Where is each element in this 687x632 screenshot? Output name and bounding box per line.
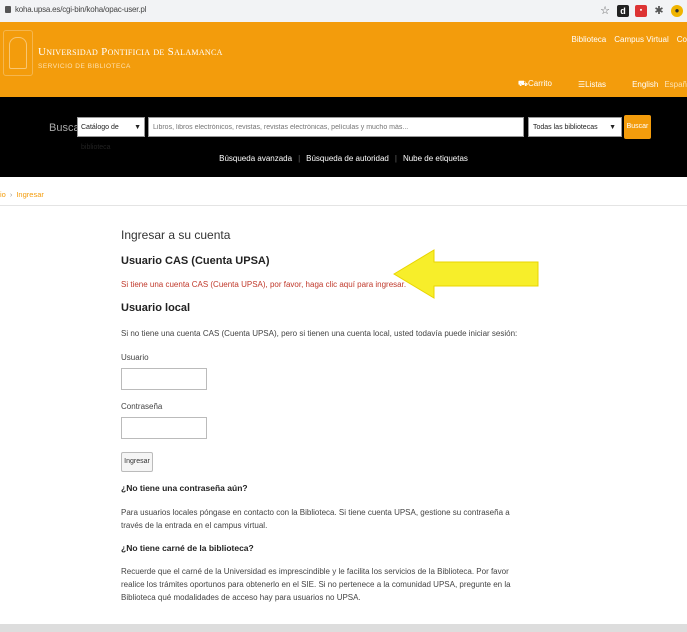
no-password-heading: ¿No tiene una contraseña aún? [121,483,248,493]
cas-heading: Usuario CAS (Cuenta UPSA) [121,255,270,267]
library-select[interactable]: Todas las bibliotecas ▼ [528,117,622,137]
username-field[interactable] [121,368,207,390]
no-password-text: Para usuarios locales póngase en contact… [121,508,510,530]
lists-link[interactable]: ☰Listas [578,80,606,89]
page-title: Ingresar a su cuenta [121,228,231,242]
extension-icon[interactable]: ▪ [635,5,647,17]
tag-cloud-link[interactable]: Nube de etiquetas [403,154,468,163]
lock-icon [5,6,11,13]
authority-search-link[interactable]: Búsqueda de autoridad [306,154,389,163]
password-field[interactable] [121,417,207,439]
browser-toolbar: koha.upsa.es/cgi-bin/koha/opac-user.pl ☆… [0,0,687,23]
lists-label: Listas [585,79,607,89]
no-card-heading: ¿No tiene carné de la biblioteca? [121,543,254,553]
arrow-left-icon [393,249,539,299]
top-links: Biblioteca Campus Virtual Co [572,35,687,44]
cart-label: Carrito [527,79,552,88]
link-co[interactable]: Co [677,35,687,44]
library-select-value: Todas las bibliotecas [533,124,598,131]
breadcrumb-current[interactable]: Ingresar [16,190,44,199]
breadcrumb: io › Ingresar [0,190,44,199]
star-icon[interactable]: ☆ [599,5,611,17]
cas-login-link[interactable]: Si tiene una cuenta CAS (Cuenta UPSA), p… [121,280,406,289]
bold-icon[interactable]: d [617,5,629,17]
local-user-heading: Usuario local [121,302,191,314]
puzzle-icon[interactable]: ✱ [653,5,665,17]
login-button[interactable]: Ingresar [121,452,153,472]
browser-extension-icons: ☆ d ▪ ✱ ● [599,2,683,20]
catalog-select-value: Catálogo de biblioteca [81,124,119,151]
divider [0,205,687,206]
breadcrumb-separator: › [9,190,13,199]
language-selector: English Españ [632,80,687,89]
search-bar: Buscar Catálogo de biblioteca ▼ Todas la… [0,97,687,177]
link-biblioteca[interactable]: Biblioteca [572,35,607,44]
link-separator: | [298,154,301,163]
university-seal-logo[interactable] [3,30,33,76]
lang-espanol[interactable]: Españ [664,80,687,89]
university-name[interactable]: Universidad Pontificia de Salamanca [38,46,223,58]
link-separator: | [394,154,397,163]
header-actions: ⛟Carrito ☰Listas English Españ [518,79,687,89]
lang-english[interactable]: English [632,80,658,89]
chevron-down-icon: ▼ [609,124,616,131]
profile-icon[interactable]: ● [671,5,683,17]
link-campus-virtual[interactable]: Campus Virtual [614,35,669,44]
chevron-down-icon: ▼ [134,124,141,131]
cart-link[interactable]: ⛟Carrito [518,79,552,89]
cart-icon: ⛟ [517,79,528,88]
yellow-arrow-annotation [393,249,539,299]
no-card-text: Recuerde que el carné de la Universidad … [121,567,511,602]
search-input[interactable] [148,117,524,137]
advanced-search-link[interactable]: Búsqueda avanzada [219,154,292,163]
library-service-subtitle: SERVICIO DE BIBLIOTECA [38,63,131,70]
address-bar[interactable]: koha.upsa.es/cgi-bin/koha/opac-user.pl [15,5,146,14]
search-button[interactable]: Buscar [624,115,651,139]
breadcrumb-home[interactable]: io [0,190,6,199]
footer-divider [0,624,687,632]
local-user-text: Si no tiene una cuenta CAS (Cuenta UPSA)… [121,329,518,338]
username-label: Usuario [121,353,149,362]
catalog-select[interactable]: Catálogo de biblioteca ▼ [77,117,145,151]
site-header: Universidad Pontificia de Salamanca SERV… [0,22,687,97]
search-links: Búsqueda avanzada | Búsqueda de autoridad |… [0,154,687,163]
password-label: Contraseña [121,402,163,411]
